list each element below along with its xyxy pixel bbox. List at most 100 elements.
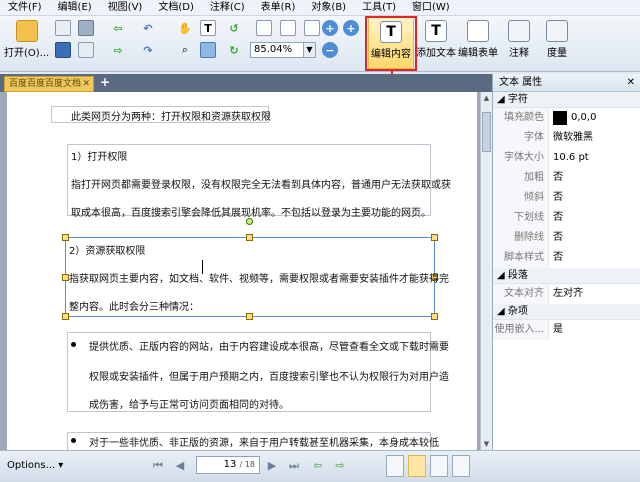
close-icon[interactable]: ✕ [82,77,90,91]
rotate-left-icon[interactable]: ↺ [226,20,242,36]
property-row[interactable]: 脚本样式否 [493,248,640,268]
color-swatch[interactable] [553,111,567,125]
property-row[interactable]: 删除线否 [493,228,640,248]
section1-title: 1）打开权限 [71,152,128,163]
open-button[interactable]: 打开(O)... [4,20,49,59]
menu-comment[interactable]: 注释(C) [202,0,253,16]
hand-icon[interactable]: ✋ [177,20,193,36]
section2-title: 2）资源获取权限 [69,246,146,257]
toolbar: 打开(O)... ⇦ ↶ ⇨ ↷ ✋ T ⌕ ↺ ↻ 85.04% ▼ + − … [0,16,640,72]
highlight-frame [365,16,417,71]
section-font[interactable]: ◢ 字符 [493,92,640,108]
edit-form-button[interactable]: 编辑表单 [458,20,498,59]
two-page-view-icon[interactable] [430,455,448,477]
pdf-page: 此类网页分为两种：打开权限和资源获取权限 1）打开权限 指打开网页都需要登录权限… [7,92,477,452]
resize-handle[interactable] [62,313,69,320]
first-page-icon[interactable]: ⏮ [150,458,166,474]
export-icon[interactable]: ⇨ [110,42,126,58]
menu-edit[interactable]: 编辑(E) [50,0,100,16]
menu-view[interactable]: 视图(V) [100,0,151,16]
properties-panel: 文本 属性 ✕ ◢ 字符 填充颜色 0,0,0 字体 微软雅黑 字体大小 10.6 p… [492,74,640,450]
document-tab[interactable]: 百度百度百度文档 ✕ [4,76,94,92]
status-bar: Options... ▾ ⏮ ◀ 13 / 18 ▶ ⏭ ⇦ ⇨ [0,450,640,482]
measure-icon [546,20,568,42]
close-icon[interactable]: ✕ [627,74,635,92]
property-row[interactable]: 加粗否 [493,168,640,188]
add-text-button[interactable]: T 添加文本 [416,20,456,59]
redo-icon[interactable]: ↷ [140,42,156,58]
last-page-icon[interactable]: ⏭ [286,458,302,474]
add-text-icon: T [425,20,447,42]
resize-handle[interactable] [431,234,438,241]
options-dropdown[interactable]: Options... ▾ [4,458,74,474]
scroll-down-icon[interactable]: ▼ [481,438,492,450]
zoom-in-icon[interactable]: + [322,20,338,36]
section2-line: 指获取网页主要内容，如文档、软件、视频等，需要权限或者需要安装插件才能获得完 [69,274,449,285]
undo-icon[interactable]: ↶ [140,20,156,36]
menu-form[interactable]: 表单(R) [253,0,304,16]
resize-handle[interactable] [62,234,69,241]
section-misc[interactable]: ◢ 杂项 [493,304,640,320]
printer-icon[interactable] [78,20,94,36]
property-row[interactable]: 字体大小 10.6 pt [493,148,640,168]
resize-handle[interactable] [62,274,69,281]
next-page-icon[interactable]: ▶ [264,458,280,474]
import-icon[interactable]: ⇦ [110,20,126,36]
snapshot-icon[interactable] [200,42,216,58]
resize-handle[interactable] [246,234,253,241]
email-icon[interactable] [78,42,94,58]
property-row[interactable]: 使用嵌入... 是 [493,320,640,340]
resize-handle[interactable] [431,313,438,320]
section-paragraph[interactable]: ◢ 段落 [493,268,640,284]
select-text-icon[interactable]: T [200,20,216,36]
two-page-continuous-view-icon[interactable] [452,455,470,477]
zoom-tool-icon[interactable]: ⌕ [177,42,193,58]
bullet2-line: 对于一些非优质、非正版的资源，来自于用户转载甚至机器采集，本身成本较低 [89,438,439,449]
document-icon[interactable] [55,20,71,36]
back-icon[interactable]: ⇦ [310,458,326,474]
fit-page-icon[interactable] [256,20,272,36]
zoom-input[interactable]: 85.04% ▼ [250,42,316,58]
add-tab-icon[interactable]: + [100,75,112,89]
vertical-scrollbar[interactable]: ▲ ▼ [480,92,492,450]
bullet-icon [71,438,76,443]
menu-tools[interactable]: 工具(T) [354,0,404,16]
property-row[interactable]: 文本对齐 左对齐 [493,284,640,304]
scroll-thumb[interactable] [482,112,491,152]
prev-page-icon[interactable]: ◀ [172,458,188,474]
property-row[interactable]: 倾斜否 [493,188,640,208]
menu-object[interactable]: 对象(B) [303,0,354,16]
section1-line: 指打开网页都需要登录权限，没有权限完全无法看到具体内容，普通用户无法获取或获 [71,180,451,191]
zoom-in-small-icon[interactable]: + [343,20,359,36]
section2-line: 整内容。此时会分三种情况： [69,302,199,313]
continuous-view-icon[interactable] [408,455,426,477]
resize-handle[interactable] [246,313,253,320]
chevron-down-icon[interactable]: ▼ [303,43,315,57]
measure-button[interactable]: 度量 [546,20,568,59]
property-row[interactable]: 字体 微软雅黑 [493,128,640,148]
rotate-handle[interactable] [246,218,253,225]
menu-window[interactable]: 窗口(W) [404,0,458,16]
page-number-input[interactable]: 13 / 18 [196,456,260,474]
tab-strip: 百度百度百度文档 ✕ + [0,74,492,92]
save-icon[interactable] [55,42,71,58]
intro-text: 此类网页分为两种：打开权限和资源获取权限 [71,112,271,123]
single-page-view-icon[interactable] [386,455,404,477]
fit-width-icon[interactable] [280,20,296,36]
forward-icon[interactable]: ⇨ [332,458,348,474]
bullet1-line: 成伤害，给予与正常可访问页面相同的对待。 [89,400,289,411]
annotate-icon [508,20,530,42]
bullet-icon [71,342,76,347]
property-row[interactable]: 填充颜色 0,0,0 [493,108,640,128]
panel-title: 文本 属性 ✕ [493,74,640,92]
annotate-button[interactable]: 注释 [508,20,530,59]
document-area: 此类网页分为两种：打开权限和资源获取权限 1）打开权限 指打开网页都需要登录权限… [0,92,480,452]
menu-file[interactable]: 文件(F) [0,0,50,16]
zoom-out-icon[interactable]: − [322,42,338,58]
menu-document[interactable]: 文档(D) [150,0,202,16]
actual-size-icon[interactable] [304,20,320,36]
scroll-up-icon[interactable]: ▲ [481,92,492,104]
property-row[interactable]: 下划线否 [493,208,640,228]
bullet1-line: 权限或安装插件，但属于用户预期之内，百度搜索引擎也不认为权限行为对用户造 [89,372,449,383]
rotate-right-icon[interactable]: ↻ [226,42,242,58]
